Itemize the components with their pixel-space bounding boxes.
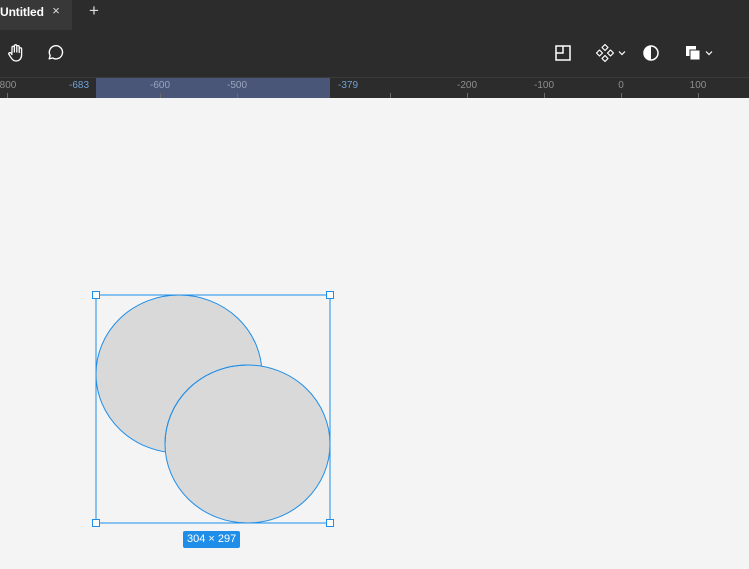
mask-tool-button[interactable] [640,42,662,64]
comment-tool-button[interactable] [44,42,66,64]
horizontal-ruler: 800 -683 -600 -500 -379 -200 -100 0 100 [0,78,749,98]
comment-icon [48,45,64,60]
boolean-icon [685,46,700,61]
toolbar [0,30,749,78]
ruler-label: -600 [149,80,171,91]
hand-tool-button[interactable] [5,42,27,64]
tab-untitled[interactable]: Untitled × [0,0,72,30]
ruler-selection-range [96,78,330,98]
close-icon[interactable]: × [50,3,62,19]
ruler-label-selection-start: -683 [68,80,90,91]
chevron-down-icon [705,51,712,56]
new-tab-button[interactable]: + [86,2,102,20]
size-badge: 304 × 297 [183,531,241,548]
frame-tool-button[interactable] [552,42,574,64]
frame-icon [555,45,571,61]
ruler-label: 800 [0,80,17,91]
tab-title: Untitled [0,5,44,19]
component-tool-button[interactable] [592,42,628,64]
ruler-label: 100 [689,80,707,91]
ruler-label: -200 [456,80,478,91]
ruler-label-selection-end: -379 [337,80,359,91]
ruler-label: 0 [618,80,624,91]
chevron-down-icon [618,51,625,56]
boolean-tool-button[interactable] [680,42,716,64]
tab-bar: Untitled × + [0,0,749,30]
design-canvas[interactable] [0,98,749,569]
mask-icon [643,45,659,61]
ruler-label: -100 [533,80,555,91]
hand-icon [8,44,23,62]
component-icon [595,43,614,63]
ruler-label: -500 [226,80,248,91]
